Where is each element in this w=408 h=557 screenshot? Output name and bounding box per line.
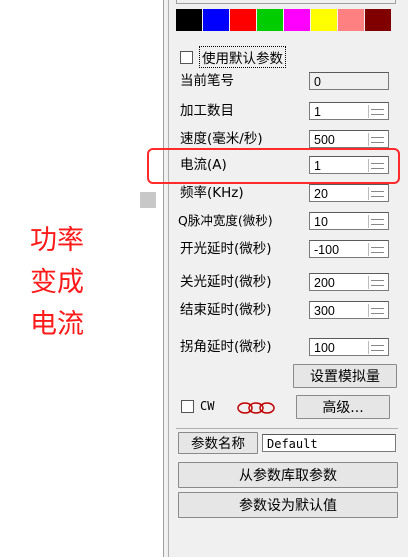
field-label-pen-number: 当前笔号 [180,73,234,89]
cw-label: CW [200,399,215,413]
color-swatch[interactable] [230,9,257,31]
color-swatch[interactable] [311,9,338,31]
param-name-field[interactable]: Default [262,434,396,452]
param-name-label: 参数名称 [178,432,258,454]
cw-row[interactable]: CW [181,399,214,413]
field-label-q-pulse: Q脉冲宽度(微秒) [178,213,273,228]
spinner-icon[interactable] [368,187,386,200]
count-field[interactable]: 1 [309,102,389,120]
use-default-params-label: 使用默认参数 [199,46,286,68]
use-default-params-checkbox[interactable] [180,50,193,64]
field-label-off-delay: 关光延时(微秒) [180,274,272,290]
color-swatch[interactable] [338,9,365,31]
cw-checkbox[interactable] [181,399,194,413]
color-swatch[interactable] [257,9,284,31]
annotation-line: 功率 [30,225,84,256]
spinner-icon[interactable] [368,105,386,118]
color-swatch[interactable] [203,9,230,31]
set-analog-button[interactable]: 设置模拟量 [293,364,397,388]
annotation-line: 变成 [30,267,84,298]
color-swatch[interactable] [284,9,311,31]
pen-number-field: 0 [309,72,389,90]
spinner-icon[interactable] [368,215,386,228]
wobble-icon [237,402,275,414]
field-label-on-delay: 开光延时(微秒) [180,241,272,257]
splitter-handle[interactable] [140,192,156,208]
field-label-end-delay: 结束延时(微秒) [180,302,272,318]
field-label-frequency: 频率(KHz) [180,185,244,201]
frequency-field[interactable]: 20 [309,184,389,202]
annotation-line: 电流 [30,309,84,340]
pen-color-swatches [176,9,392,31]
spinner-icon[interactable] [368,304,386,317]
load-from-library-button[interactable]: 从参数库取参数 [178,462,398,488]
on-delay-field[interactable]: -100 [309,240,389,258]
end-delay-field[interactable]: 300 [309,301,389,319]
q-pulse-field[interactable]: 10 [309,212,389,230]
color-swatch[interactable] [176,9,203,31]
set-as-default-button[interactable]: 参数设为默认值 [178,492,398,518]
color-swatch[interactable] [365,9,392,31]
highlight-box [147,148,400,184]
corner-delay-field[interactable]: 100 [309,338,389,356]
off-delay-field[interactable]: 200 [309,273,389,291]
speed-field[interactable]: 500 [309,130,389,148]
field-label-corner-delay: 拐角延时(微秒) [180,339,272,355]
use-default-params-row[interactable]: 使用默认参数 [180,46,286,68]
field-label-count: 加工数目 [180,103,234,119]
spinner-icon[interactable] [368,133,386,146]
advanced-button[interactable]: 高级... [296,395,390,419]
top-control-stub[interactable] [176,0,396,4]
spinner-icon[interactable] [368,276,386,289]
field-label-speed: 速度(毫米/秒) [180,131,263,147]
separator [176,428,398,429]
spinner-icon[interactable] [368,341,386,354]
spinner-icon[interactable] [368,243,386,256]
panel-divider [168,0,169,557]
